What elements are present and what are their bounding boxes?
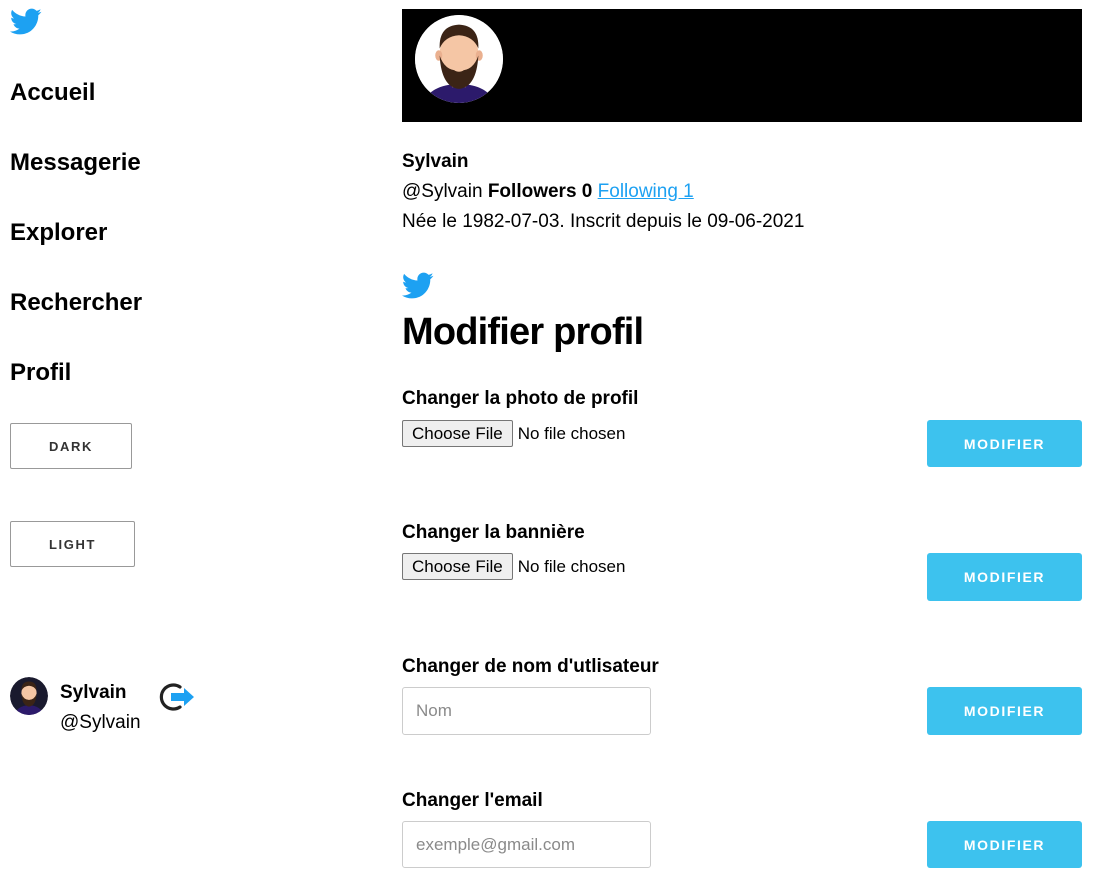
dark-theme-button[interactable]: DARK (10, 423, 132, 469)
photo-choose-file-button[interactable]: Choose File (402, 420, 513, 447)
bearded-man-avatar-icon (10, 677, 48, 715)
photo-file-status: No file chosen (517, 423, 626, 443)
email-modify-button[interactable]: MODIFIER (927, 821, 1082, 868)
email-input[interactable] (402, 821, 651, 868)
photo-modify-button[interactable]: MODIFIER (927, 420, 1082, 467)
banner-file-input: Choose File No file chosen (402, 553, 625, 580)
banner-section-label: Changer la bannière (402, 522, 585, 543)
nav-rechercher[interactable]: Rechercher (10, 289, 142, 317)
profile-stats: @Sylvain Followers 0 Following 1 (402, 181, 694, 203)
twitter-bird-icon (402, 272, 434, 299)
nav-accueil[interactable]: Accueil (10, 79, 95, 107)
user-avatar[interactable] (10, 677, 48, 715)
sidebar-user-name: Sylvain (60, 682, 127, 703)
username-input[interactable] (402, 687, 651, 735)
nav-profil[interactable]: Profil (10, 359, 71, 387)
photo-file-input: Choose File No file chosen (402, 420, 625, 447)
profile-avatar (415, 15, 503, 103)
logout-arrow-icon[interactable] (158, 681, 196, 713)
banner-file-status: No file chosen (517, 556, 626, 576)
profile-banner (402, 9, 1082, 122)
page-title: Modifier profil (402, 311, 644, 353)
nav-explorer[interactable]: Explorer (10, 219, 107, 247)
sidebar-user-handle: @Sylvain (60, 712, 141, 733)
profile-name: Sylvain (402, 151, 469, 172)
username-section-label: Changer de nom d'utlisateur (402, 656, 659, 677)
twitter-bird-icon[interactable] (10, 8, 42, 36)
nav-messagerie[interactable]: Messagerie (10, 149, 141, 177)
profile-handle: @Sylvain (402, 181, 483, 202)
following-link[interactable]: Following 1 (598, 181, 694, 202)
bearded-man-avatar-icon (415, 15, 503, 103)
banner-modify-button[interactable]: MODIFIER (927, 553, 1082, 601)
profile-dates: Née le 1982-07-03. Inscrit depuis le 09-… (402, 211, 805, 232)
username-modify-button[interactable]: MODIFIER (927, 687, 1082, 735)
followers-count: Followers 0 (487, 181, 593, 202)
email-section-label: Changer l'email (402, 790, 543, 811)
photo-section-label: Changer la photo de profil (402, 388, 639, 409)
light-theme-button[interactable]: LIGHT (10, 521, 135, 567)
banner-choose-file-button[interactable]: Choose File (402, 553, 513, 580)
